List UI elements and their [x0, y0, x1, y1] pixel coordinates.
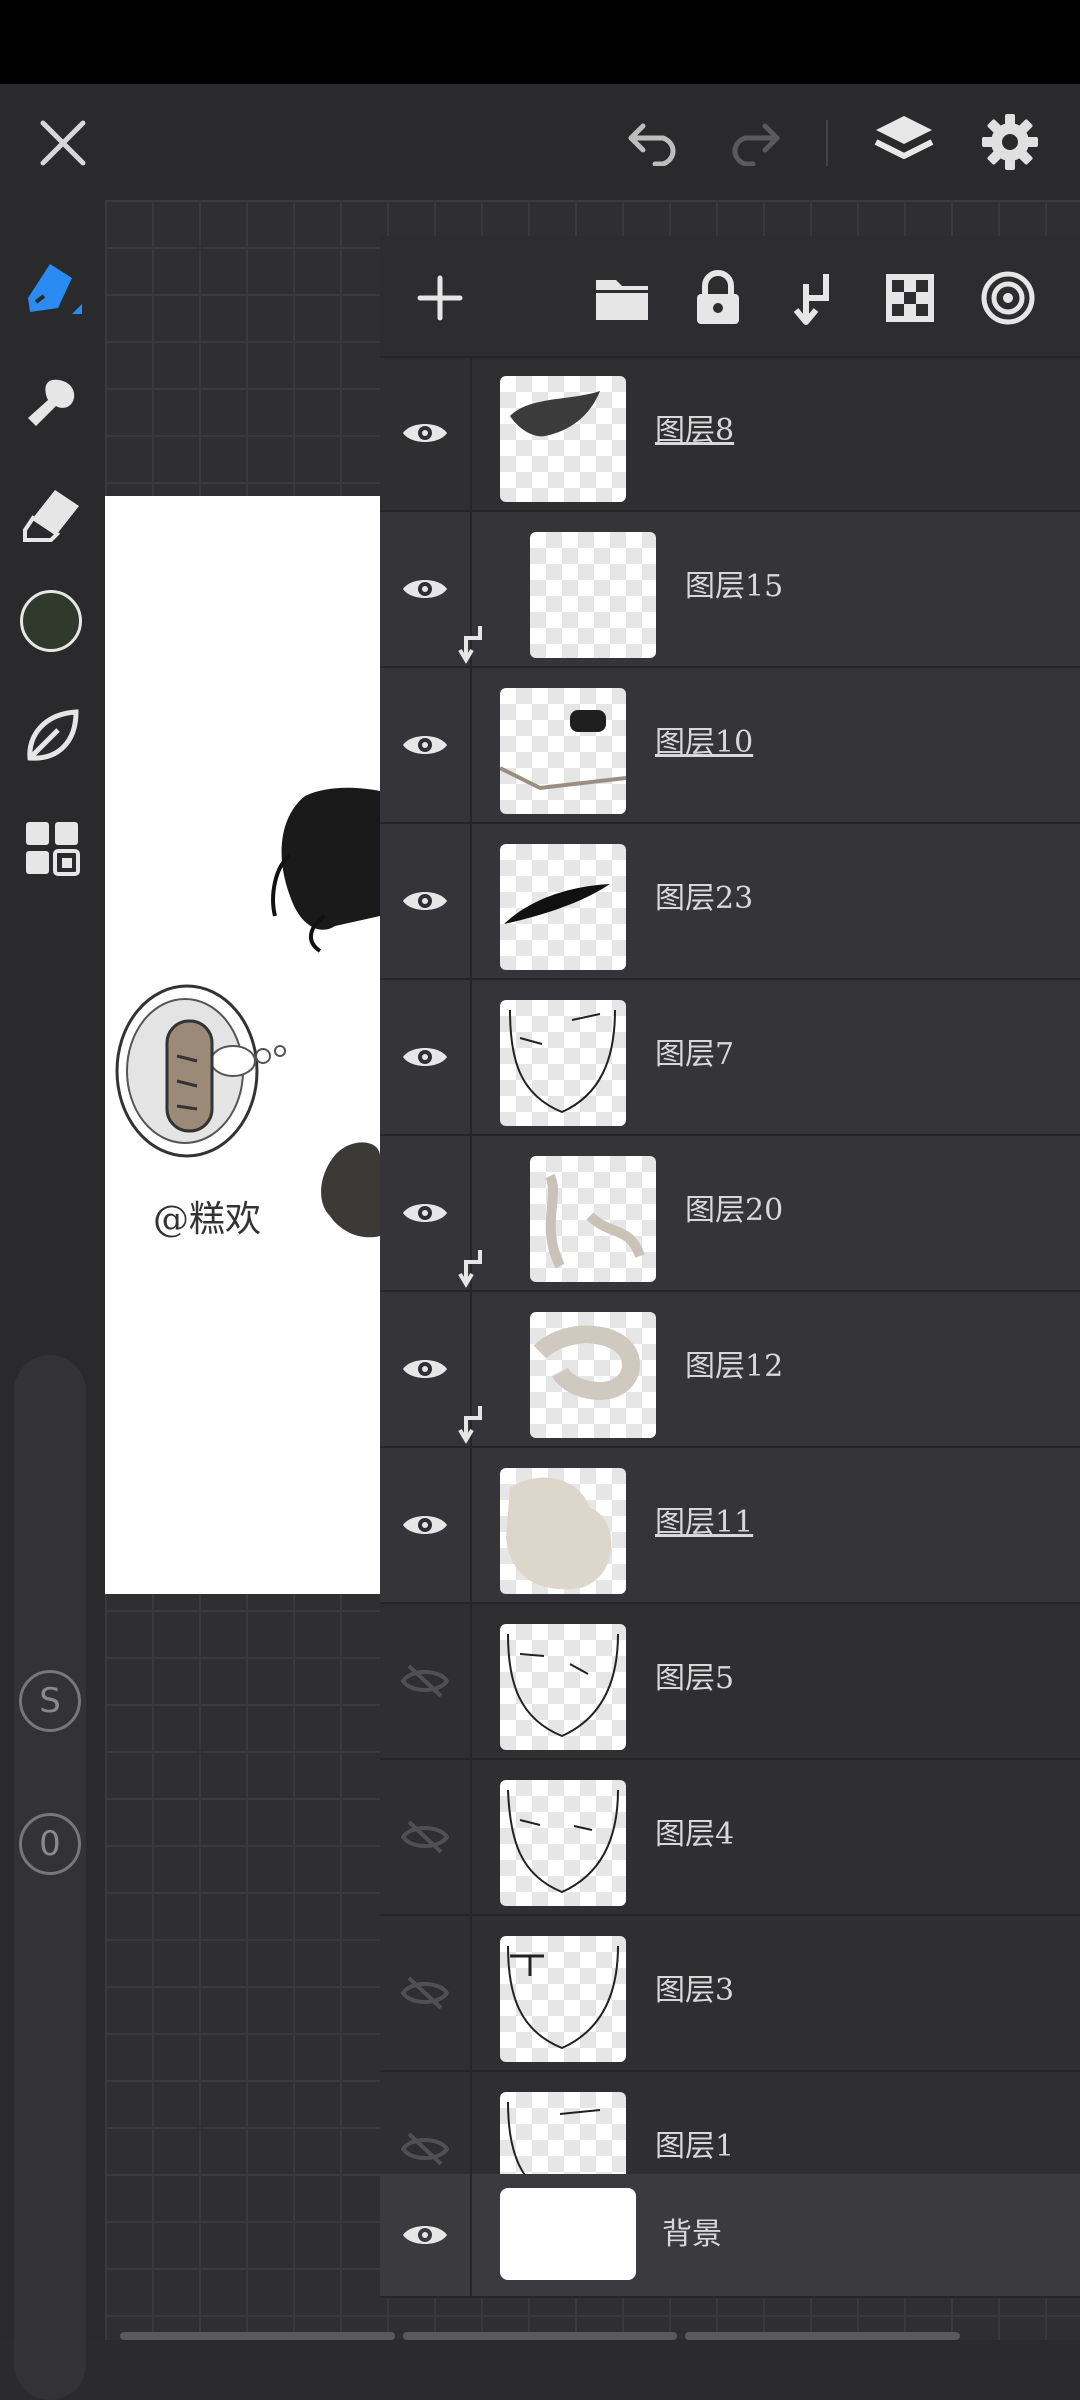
folder-icon[interactable]: [590, 266, 654, 330]
size-indicator[interactable]: S: [14, 1665, 86, 1737]
size-label: S: [19, 1670, 81, 1732]
layer-thumbnail: [500, 844, 626, 970]
layer-thumbnail: [500, 688, 626, 814]
layer-row[interactable]: 图层20: [380, 1136, 1080, 1292]
eye-icon[interactable]: [380, 824, 472, 978]
pen-icon[interactable]: [14, 250, 90, 326]
layer-name: 图层3: [655, 1973, 735, 2008]
layer-thumbnail: [500, 1936, 626, 2062]
layer-thumbnail: [500, 1624, 626, 1750]
clip-arrow-icon: [458, 1404, 488, 1448]
layer-name: 图层10: [655, 725, 754, 760]
eye-hidden-icon[interactable]: [380, 1760, 472, 1914]
eye-icon[interactable]: [380, 980, 472, 1134]
layer-thumbnail: [530, 1156, 656, 1282]
layer-row[interactable]: 图层3: [380, 1916, 1080, 2072]
layer-name: 图层1: [655, 2129, 735, 2164]
eye-icon[interactable]: [380, 2174, 472, 2296]
layer-thumbnail: [500, 1780, 626, 1906]
checker-icon[interactable]: [878, 266, 942, 330]
merge-down-icon[interactable]: [782, 264, 846, 332]
eraser-icon[interactable]: [14, 476, 90, 552]
layer-row[interactable]: 图层5: [380, 1604, 1080, 1760]
layer-row[interactable]: 图层7: [380, 980, 1080, 1136]
close-icon[interactable]: [28, 108, 98, 178]
artboard[interactable]: @糕欢: [105, 496, 380, 1594]
layer-panel: 图层8 图层15 图层10 图层23 图层7 图层20 图层12 图层11 图层5 图层4 图层3 图…: [380, 236, 1080, 2298]
layer-thumbnail: [530, 532, 656, 658]
layer-thumbnail: [500, 376, 626, 502]
layer-name: 图层23: [655, 881, 754, 916]
lock-icon[interactable]: [686, 264, 750, 332]
target-icon[interactable]: [976, 266, 1040, 330]
layer-row[interactable]: 图层10: [380, 668, 1080, 824]
redo-icon[interactable]: [718, 108, 788, 178]
layer-row[interactable]: 图层8: [380, 356, 1080, 512]
layer-name: 图层8: [655, 413, 735, 448]
eye-icon[interactable]: [380, 356, 472, 510]
layer-name: 图层12: [685, 1349, 784, 1384]
eye-icon[interactable]: [380, 1448, 472, 1602]
bottom-indicator: [120, 2332, 961, 2340]
layer-toolbar: [380, 236, 1080, 358]
undo-icon[interactable]: [620, 108, 690, 178]
gear-icon[interactable]: [972, 104, 1048, 180]
layer-name: 图层5: [655, 1661, 735, 1696]
layer-name: 图层4: [655, 1817, 735, 1852]
layer-name: 图层15: [685, 569, 784, 604]
layer-row[interactable]: 图层4: [380, 1760, 1080, 1916]
plus-icon[interactable]: [408, 266, 472, 330]
layer-thumbnail: [500, 1000, 626, 1126]
opacity-label: 0: [19, 1813, 81, 1875]
status-bar: [0, 0, 1080, 84]
layers-icon[interactable]: [866, 102, 942, 182]
smudge-icon[interactable]: [14, 364, 90, 440]
layer-name: 背景: [662, 2217, 722, 2252]
artwork: @糕欢: [115, 787, 380, 1240]
left-toolbar: S 0: [0, 200, 105, 2400]
clip-arrow-icon: [458, 624, 488, 668]
background-layer-row[interactable]: 背景: [380, 2174, 1080, 2298]
eye-hidden-icon[interactable]: [380, 1916, 472, 2070]
grid-icon[interactable]: [14, 810, 90, 886]
layer-row[interactable]: 图层15: [380, 512, 1080, 668]
layer-row[interactable]: 图层23: [380, 824, 1080, 980]
clip-arrow-icon: [458, 1248, 488, 1292]
eye-icon[interactable]: [380, 668, 472, 822]
leaf-icon[interactable]: [14, 698, 90, 774]
opacity-indicator[interactable]: 0: [14, 1808, 86, 1880]
layer-name: 图层20: [685, 1193, 784, 1228]
toolbar-divider: [826, 120, 828, 166]
layer-thumbnail: [530, 1312, 656, 1438]
layer-row[interactable]: 图层11: [380, 1448, 1080, 1604]
top-toolbar: [0, 84, 1080, 200]
color-swatch[interactable]: [16, 586, 86, 656]
layer-thumbnail: [500, 1468, 626, 1594]
layer-name: 图层7: [655, 1037, 735, 1072]
layer-name: 图层11: [655, 1505, 754, 1540]
signature-text: @糕欢: [153, 1199, 261, 1240]
layer-thumbnail: [500, 2188, 636, 2280]
layer-row[interactable]: 图层12: [380, 1292, 1080, 1448]
eye-hidden-icon[interactable]: [380, 1604, 472, 1758]
